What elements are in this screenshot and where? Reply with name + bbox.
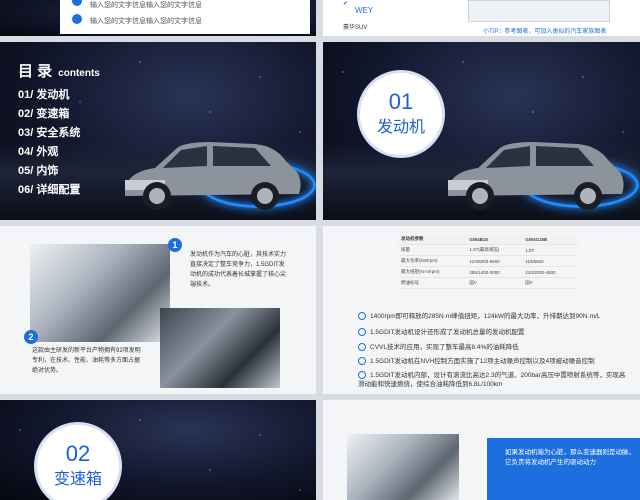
slide-toc[interactable]: 目 录 contents 01/ 发动机 02/ 变速箱 03/ 安全系统 04/… bbox=[0, 42, 316, 220]
slide-section-02[interactable]: 02 变速箱 bbox=[0, 400, 316, 500]
bullet-icon bbox=[358, 328, 366, 337]
spec-bullet: 1.5GDIT发动机设计还形成了发动机总量的发动机配置 bbox=[358, 328, 628, 337]
bullet-text: 1400rpm即可释放的285N·m峰值扭矩，124kW的最大功率，升排期达到9… bbox=[370, 313, 601, 320]
family-chart-thumbnail bbox=[468, 0, 610, 22]
table-cell: 1.5T bbox=[522, 244, 578, 256]
slide-top-left[interactable]: 输入您的文字信息输入您的文字信息 输入您的文字信息输入您的文字信息 bbox=[0, 0, 316, 36]
suv-car-image bbox=[448, 142, 624, 210]
table-cell: 最大功率(kW/rpm) bbox=[398, 255, 467, 267]
spec-bullet: 1.5GDIT发动机内部，设计有滚流比高达2.3的气道、200bar高压中置喷射… bbox=[358, 371, 628, 389]
spec-bullet: CVVL技术的应用，实现了整车最高8.4%的油耗降低 bbox=[358, 343, 628, 352]
badge-1: 1 bbox=[168, 238, 182, 252]
transmission-photo bbox=[347, 434, 459, 500]
bullet-text: 1.5GDIT发动机在NVH控制方面实施了12项主动噪声控制以及4项被动噪音控制 bbox=[370, 358, 595, 365]
section-name: 变速箱 bbox=[53, 471, 102, 488]
table-header-cell: GW4G15B bbox=[522, 234, 578, 245]
badge-2: 2 bbox=[24, 330, 38, 344]
model-label: 豪华SUV bbox=[343, 25, 368, 31]
bullet-text: CVVL技术的应用，实现了整车最高8.4%的油耗降低 bbox=[370, 344, 519, 351]
bullet-icon bbox=[358, 343, 366, 352]
bullet-line: 输入您的文字信息输入您的文字信息 bbox=[90, 2, 202, 9]
engine-text-2: 这款由主研发的新平台产物拥有92项发明专利，在技术、性能、油耗等多方面占据绝对优… bbox=[32, 348, 141, 374]
spec-table: 发动机参数 GW4B15 GW4G15B 排量 1.5T(最高增压) 1.5T … bbox=[398, 234, 578, 289]
brand-label: WEY bbox=[355, 6, 374, 15]
toc-heading: 目 录 contents bbox=[18, 60, 100, 81]
table-cell: 285/1400-3000 bbox=[466, 266, 523, 278]
engine-text-1: 发动机作为汽车的心脏，其技术实力直接决定了整车竞争力，1.5GDIT发动机的成功… bbox=[190, 252, 287, 288]
bullet-text: 1.5GDIT发动机设计还形成了发动机总量的发动机配置 bbox=[370, 329, 525, 336]
table-header-row: 发动机参数 GW4B15 GW4G15B bbox=[398, 234, 578, 245]
table-cell: 燃油标号 bbox=[398, 277, 467, 289]
tip-text: 小TIP：参考图表，可加入类似的汽车家族图表 bbox=[483, 29, 607, 35]
bullet-line: 输入您的文字信息输入您的文字信息 bbox=[90, 18, 202, 25]
text-panel: 输入您的文字信息输入您的文字信息 输入您的文字信息输入您的文字信息 bbox=[60, 0, 310, 34]
section-number: 02 bbox=[65, 441, 91, 466]
table-cell: 排量 bbox=[398, 244, 467, 256]
table-row: 最大功率(kW/rpm) 124/5000-5600 110/5600 bbox=[398, 255, 578, 267]
bullet-icon bbox=[358, 371, 366, 380]
toc-item-5[interactable]: 05/ 内饰 bbox=[18, 162, 58, 178]
table-cell: 110/5600 bbox=[522, 255, 578, 267]
checkmark-icon: ✔ bbox=[343, 1, 349, 7]
section-number: 01 bbox=[388, 89, 414, 114]
slide-section-01[interactable]: 01 发动机 bbox=[323, 42, 640, 220]
bullet-dot bbox=[72, 0, 82, 6]
slide-transmission[interactable]: 如果发动机喻为心脏，那么变速器则是动脉，它负责将发动机产生的驱动动力 bbox=[323, 400, 640, 500]
toc-item-2[interactable]: 02/ 变速箱 bbox=[18, 105, 69, 121]
section-badge: 01 发动机 bbox=[357, 70, 445, 158]
bullet-icon bbox=[358, 312, 366, 321]
engine-photo-1 bbox=[30, 244, 170, 342]
transmission-text: 如果发动机喻为心脏，那么变速器则是动脉，它负责将发动机产生的驱动动力 bbox=[505, 449, 635, 466]
blue-text-panel: 如果发动机喻为心脏，那么变速器则是动脉，它负责将发动机产生的驱动动力 bbox=[487, 438, 640, 500]
suv-car-image bbox=[125, 142, 301, 210]
table-cell: 210/2000-4500 bbox=[522, 266, 578, 278]
bullet-dot bbox=[72, 14, 82, 24]
toc-subtitle: contents bbox=[58, 68, 100, 79]
table-row: 排量 1.5T(最高增压) 1.5T bbox=[398, 244, 578, 256]
table-row: 最大扭矩(N·m/rpm) 285/1400-3000 210/2000-450… bbox=[398, 266, 578, 278]
bullet-icon bbox=[358, 357, 366, 366]
toc-item-6[interactable]: 06/ 详细配置 bbox=[18, 181, 80, 197]
table-cell: 国V bbox=[466, 277, 523, 289]
section-badge: 02 变速箱 bbox=[34, 422, 122, 500]
table-header-cell: 发动机参数 bbox=[398, 234, 467, 245]
engine-photo-2 bbox=[160, 308, 280, 388]
section-name: 发动机 bbox=[376, 119, 425, 136]
spec-bullet: 1.5GDIT发动机在NVH控制方面实施了12项主动噪声控制以及4项被动噪音控制 bbox=[358, 357, 628, 366]
table-header-cell: GW4B15 bbox=[466, 234, 523, 245]
table-cell: 124/5000-5600 bbox=[466, 255, 523, 267]
spec-bullet: 1400rpm即可释放的285N·m峰值扭矩，124kW的最大功率，升排期达到9… bbox=[358, 312, 628, 321]
toc-title: 目 录 bbox=[18, 63, 53, 80]
table-cell: 最大扭矩(N·m/rpm) bbox=[398, 266, 467, 278]
slide-top-right[interactable]: ✔ WEY 豪华SUV 小TIP：参考图表，可加入类似的汽车家族图表 bbox=[323, 0, 640, 36]
table-row: 燃油标号 国V 国V bbox=[398, 277, 578, 289]
bullet-text: 1.5GDIT发动机内部，设计有滚流比高达2.3的气道、200bar高压中置喷射… bbox=[358, 372, 626, 388]
table-cell: 1.5T(最高增压) bbox=[466, 244, 523, 256]
toc-item-3[interactable]: 03/ 安全系统 bbox=[18, 124, 80, 140]
slide-engine-intro[interactable]: 1 发动机作为汽车的心脏，其技术实力直接决定了整车竞争力，1.5GDIT发动机的… bbox=[0, 226, 316, 394]
toc-item-4[interactable]: 04/ 外观 bbox=[18, 143, 58, 159]
table-cell: 国V bbox=[522, 277, 578, 289]
toc-item-1[interactable]: 01/ 发动机 bbox=[18, 86, 69, 102]
